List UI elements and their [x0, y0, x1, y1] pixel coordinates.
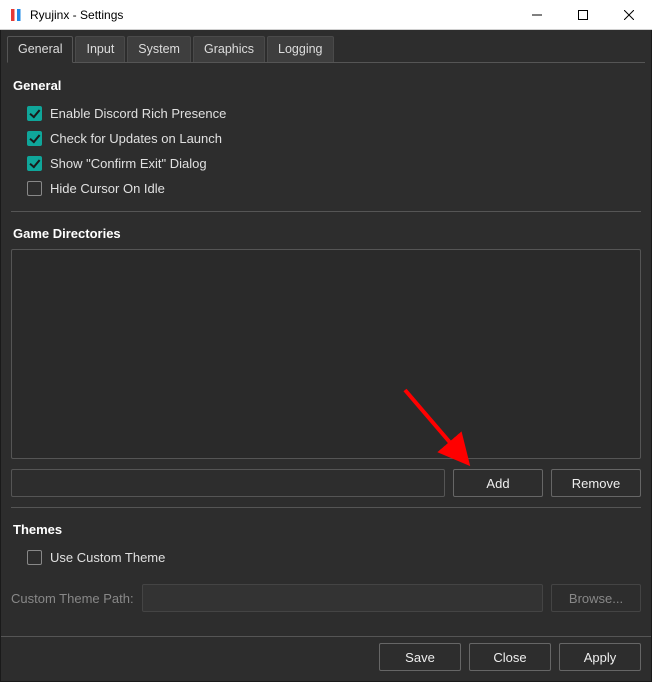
tab-system[interactable]: System — [127, 36, 191, 63]
tab-logging[interactable]: Logging — [267, 36, 334, 63]
checkbox-hide-cursor[interactable] — [27, 181, 42, 196]
checkbox-custom-theme[interactable] — [27, 550, 42, 565]
option-updates-label: Check for Updates on Launch — [50, 131, 222, 146]
window-body: General Input System Graphics Logging Ge… — [0, 30, 652, 682]
game-dir-input[interactable] — [11, 469, 445, 497]
save-button[interactable]: Save — [379, 643, 461, 671]
theme-path-label: Custom Theme Path: — [11, 591, 134, 606]
titlebar: Ryujinx - Settings — [0, 0, 652, 30]
checkbox-confirm-exit[interactable] — [27, 156, 42, 171]
option-confirm-exit[interactable]: Show "Confirm Exit" Dialog — [27, 156, 641, 171]
checkbox-discord[interactable] — [27, 106, 42, 121]
game-dirs-heading: Game Directories — [13, 226, 641, 241]
general-heading: General — [13, 78, 641, 93]
app-icon — [8, 7, 24, 23]
remove-button[interactable]: Remove — [551, 469, 641, 497]
tab-bar: General Input System Graphics Logging — [1, 30, 651, 63]
option-custom-theme[interactable]: Use Custom Theme — [27, 550, 641, 565]
minimize-button[interactable] — [514, 0, 560, 29]
option-confirm-exit-label: Show "Confirm Exit" Dialog — [50, 156, 207, 171]
divider — [11, 211, 641, 212]
tab-input[interactable]: Input — [75, 36, 125, 63]
tab-general[interactable]: General — [7, 36, 73, 63]
divider — [11, 507, 641, 508]
window-controls — [514, 0, 652, 29]
theme-path-input — [142, 584, 543, 612]
option-updates[interactable]: Check for Updates on Launch — [27, 131, 641, 146]
window-title: Ryujinx - Settings — [30, 8, 123, 22]
apply-button[interactable]: Apply — [559, 643, 641, 671]
checkbox-updates[interactable] — [27, 131, 42, 146]
close-window-button[interactable] — [606, 0, 652, 29]
option-discord-label: Enable Discord Rich Presence — [50, 106, 226, 121]
game-dirs-list[interactable] — [11, 249, 641, 459]
option-hide-cursor[interactable]: Hide Cursor On Idle — [27, 181, 641, 196]
tab-graphics[interactable]: Graphics — [193, 36, 265, 63]
option-custom-theme-label: Use Custom Theme — [50, 550, 165, 565]
game-dirs-row: Add Remove — [11, 469, 641, 497]
close-button[interactable]: Close — [469, 643, 551, 671]
tab-content: General Enable Discord Rich Presence Che… — [1, 64, 651, 636]
add-button[interactable]: Add — [453, 469, 543, 497]
option-discord[interactable]: Enable Discord Rich Presence — [27, 106, 641, 121]
themes-heading: Themes — [13, 522, 641, 537]
footer: Save Close Apply — [1, 636, 651, 681]
theme-path-row: Custom Theme Path: Browse... — [11, 584, 641, 612]
option-hide-cursor-label: Hide Cursor On Idle — [50, 181, 165, 196]
maximize-button[interactable] — [560, 0, 606, 29]
browse-button: Browse... — [551, 584, 641, 612]
